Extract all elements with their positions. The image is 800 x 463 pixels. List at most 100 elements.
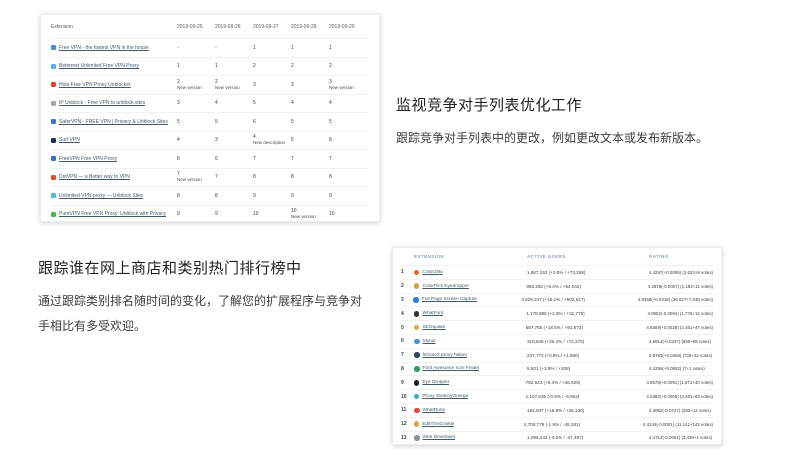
extension-name: Betternet Unlimited Free VPN Proxy (59, 63, 140, 70)
rank-cell: - (177, 45, 215, 51)
extension-link[interactable]: Unlimited VPN proxy — Unblock Sites (51, 193, 143, 199)
rank-value: 9 (215, 211, 218, 218)
table-row: 12 EditThisCookie 2,705,779 (-1.8% / -48,2… (401, 416, 713, 431)
extension-link[interactable]: PureVPN Free VPN Proxy: Unblock with Pri… (51, 211, 166, 217)
rank-number: 9 (401, 379, 404, 386)
extension-name: WhatRuns (422, 407, 445, 413)
table-row: Hola Free VPN Proxy Unblocker 2 New versio… (51, 75, 369, 94)
colorzilla-icon (413, 269, 420, 276)
ip-unblock-icon (51, 100, 56, 106)
table-row: 13 Web Developer 1,096,443 (-4.2% / -47,49… (401, 430, 713, 444)
dotvpn-icon (51, 174, 56, 180)
extension-link[interactable]: SEOquake (413, 324, 446, 331)
rank-cell: 3 (177, 100, 215, 106)
column-header-extension: EXTENSION (414, 254, 445, 259)
extension-link[interactable]: SaferVPN - FREE VPN | Privacy & Unblock … (51, 119, 168, 125)
rank-value: 7 (329, 155, 332, 162)
table-row: Free VPN - the fastest VPN in the house -… (51, 38, 369, 57)
leaderboard-card: EXTENSION ACTIVE USERS RATING 1 ColorZilla 1,… (392, 247, 722, 445)
rank-value: 1 (215, 63, 218, 70)
table-row: Unlimited VPN proxy — Unblock Sites 8 8 9 9 9 (51, 186, 369, 205)
active-users-value: 892,292 (+6.4% / +54,042) (526, 283, 582, 289)
extension-name: Web Developer (422, 435, 456, 441)
active-users-value: 1,096,443 (-4.2% / -47,497) (527, 435, 584, 441)
rank-table: Extension 2019-09-25 2019-09-26 2019-09-27 2… (51, 15, 369, 222)
rating-value: 4.4286(+0.0952) (7+1 votes) (649, 366, 705, 372)
extension-link[interactable]: Betternet Unlimited Free VPN Proxy (51, 63, 139, 69)
extension-link[interactable]: FreeVPN Free VPN Proxy (51, 156, 117, 162)
extension-link[interactable]: Web Developer (414, 435, 455, 441)
rank-cell: 1 (215, 63, 253, 69)
popularity-section-heading: 跟踪谁在网上商店和类别热门排行榜中 (38, 260, 302, 277)
rating-value: 4.8358(+0.0318) (36,627+7,638 votes) (637, 297, 713, 303)
rank-value: 2 (177, 78, 180, 85)
extension-link[interactable]: Font Awesome Icon Finder (414, 366, 479, 372)
active-users-value: 1,987,153 (+3.8% / +73,268) (526, 269, 586, 275)
active-users-value: 318,545 (+29.4% / +72,370) (527, 338, 585, 344)
frigate3-icon (414, 352, 420, 358)
rank-cell: 7 (291, 156, 329, 162)
rank-cell: 10 (253, 211, 291, 217)
rank-cell: 10 New version (291, 208, 329, 220)
rank-cell: 8 (253, 174, 291, 180)
extension-link[interactable]: friGate3 proxy helper (414, 352, 467, 358)
table-row: PureVPN Free VPN Proxy: Unblock with Pri… (51, 204, 369, 222)
rating-value: 4.0952(-0.0094) (1,776+16 votes) (647, 311, 713, 317)
eye-dropper-icon (413, 380, 420, 386)
rank-value: 6 (291, 137, 294, 144)
extension-link[interactable]: ColorZilla (413, 269, 443, 276)
rank-cell: 7 (215, 174, 253, 180)
extension-name: Hola Free VPN Proxy Unblocker (59, 81, 131, 88)
extension-link[interactable]: Stylus (414, 338, 436, 345)
extension-link[interactable]: WhatFont (413, 311, 443, 317)
rank-value: 8 (329, 174, 332, 181)
active-users-value: 587,785 (+18.5% / +91,673) (525, 325, 583, 331)
extension-link[interactable]: Free VPN - the fastest VPN in the house (51, 45, 149, 51)
rank-number: 5 (401, 324, 404, 331)
rank-value: 3 (291, 81, 294, 88)
active-users-value: 3,828,247 (+15.1% / +502,617) (521, 297, 585, 303)
whatfont-icon (413, 311, 420, 317)
rank-value: 4 (291, 100, 294, 107)
rating-value: 4.2576(-0.0007) (1,192+11 votes) (647, 283, 713, 289)
rank-value: 7 (253, 155, 256, 162)
change-note: New version (177, 177, 202, 183)
rank-value: 1 (329, 44, 332, 51)
rank-value: 3 (253, 81, 256, 88)
rank-tracking-card: Extension 2019-09-25 2019-09-26 2019-09-27 2… (40, 14, 380, 222)
extension-link[interactable]: Proxy SwitchyOmega (413, 393, 468, 400)
rank-value: 6 (329, 137, 332, 144)
extension-link[interactable]: IP Unblock - Free VPN to unblock sites (51, 100, 145, 106)
rating-value: 4.3992(-0.0747) (283+14 votes) (649, 407, 711, 413)
extension-link[interactable]: DotVPN — a Better way to VPN (51, 174, 130, 180)
rank-value: 1 (177, 63, 180, 70)
extension-link[interactable]: EditThisCookie (413, 421, 454, 427)
rank-value: 10 (329, 211, 335, 218)
rank-number: 4 (401, 310, 404, 317)
rank-value: 4 (215, 100, 218, 107)
change-note: New version (215, 84, 240, 90)
freevpn-icon (51, 156, 56, 162)
extension-name: Unlimited VPN proxy — Unblock Sites (59, 192, 144, 199)
rank-cell: 1 (253, 45, 291, 51)
rank-cell: 5 (253, 100, 291, 106)
extension-link[interactable]: Hola Free VPN Proxy Unblocker (51, 82, 131, 88)
rank-cell: - (215, 45, 253, 51)
rank-cell: 9 (177, 211, 215, 217)
column-header-date: 2019-09-26 (215, 23, 241, 30)
table-row: SaferVPN - FREE VPN | Privacy & Unblock … (51, 112, 369, 131)
rank-cell: 2 (253, 63, 291, 69)
extension-link[interactable]: Full Page Screen Capture (413, 297, 477, 303)
surf-vpn-icon (51, 137, 56, 143)
rating-value: 4.6383(+0.0005) (3,481+83 votes) (646, 394, 713, 400)
extension-link[interactable]: ColorPick Eyedropper (413, 283, 470, 289)
rank-cell: 3 (291, 82, 329, 88)
extension-link[interactable]: Surf VPN (51, 137, 80, 143)
table-row: 4 WhatFont 1,178,985 (+2.8% / +31,779) 4.09… (401, 306, 713, 320)
rank-value: 2 (291, 63, 294, 70)
extension-name: ColorPick Eyedropper (422, 283, 470, 289)
table-row: Betternet Unlimited Free VPN Proxy 1 1 2 2 2 (51, 56, 369, 76)
extension-link[interactable]: WhatRuns (414, 407, 445, 414)
leaderboard-header: EXTENSION ACTIVE USERS RATING (401, 248, 713, 265)
extension-link[interactable]: Eye Dropper (413, 380, 449, 386)
